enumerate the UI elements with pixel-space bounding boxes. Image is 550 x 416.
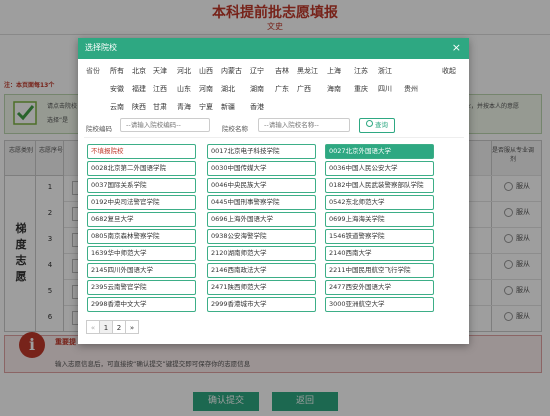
province-option[interactable]: 青海 — [177, 102, 191, 112]
school-option[interactable]: 2120湖南师范大学 — [207, 246, 316, 261]
school-option[interactable]: 0030中国传媒大学 — [207, 161, 316, 176]
school-option[interactable]: 0696上海外国语大学 — [207, 212, 316, 227]
modal-header: 选择院校 × — [78, 38, 469, 59]
prev-page-button[interactable]: « — [86, 320, 100, 334]
school-option[interactable]: 0046中央民族大学 — [207, 178, 316, 193]
province-option[interactable]: 陕西 — [132, 102, 146, 112]
province-option[interactable]: 湖南 — [250, 84, 264, 94]
school-option[interactable]: 2998香港中文大学 — [87, 297, 196, 312]
school-option[interactable]: 0445中国刑事警察学院 — [207, 195, 316, 210]
select-school-modal: 选择院校 × 省份 所有 北京 天津 河北 山西 内蒙古 辽宁 吉林 黑龙江 上海 江苏 浙江安徽 福建… — [78, 38, 469, 344]
province-option[interactable]: 浙江 — [378, 66, 392, 76]
name-label: 院校名称 — [222, 125, 248, 133]
province-option[interactable]: 贵州 — [404, 84, 418, 94]
province-option[interactable]: 宁夏 — [199, 102, 213, 112]
province-option[interactable]: 广东 — [275, 84, 289, 94]
province-option[interactable]: 安徽 — [110, 84, 124, 94]
province-option[interactable]: 内蒙古 — [221, 66, 242, 76]
school-option[interactable]: 2145四川外国语大学 — [87, 263, 196, 278]
school-option[interactable]: 0542东北师范大学 — [325, 195, 434, 210]
page-2-button[interactable]: 2 — [112, 320, 126, 334]
school-option[interactable]: 0938公安海警学院 — [207, 229, 316, 244]
province-option[interactable]: 新疆 — [221, 102, 235, 112]
school-code-input[interactable] — [120, 118, 210, 132]
school-option[interactable]: 1546铁道警察学院 — [325, 229, 434, 244]
province-option[interactable]: 江西 — [153, 84, 167, 94]
school-option[interactable]: 0182中国人民武装警察部队学院 — [325, 178, 434, 193]
province-option[interactable]: 辽宁 — [250, 66, 264, 76]
province-option[interactable]: 黑龙江 — [297, 66, 318, 76]
next-page-button[interactable]: » — [125, 320, 139, 334]
page-1-button[interactable]: 1 — [99, 320, 113, 334]
school-option[interactable]: 2395云南警官学院 — [87, 280, 196, 295]
school-option[interactable]: 2471陕西师范大学 — [207, 280, 316, 295]
school-name-input[interactable] — [258, 118, 350, 132]
school-option[interactable]: 0805南京森林警察学院 — [87, 229, 196, 244]
code-label: 院校编码 — [86, 125, 112, 133]
modal-title: 选择院校 — [85, 43, 117, 52]
school-option[interactable]: 0028北京第二外国语学院 — [87, 161, 196, 176]
province-option[interactable]: 云南 — [110, 102, 124, 112]
school-option[interactable]: 0037国际关系学院 — [87, 178, 196, 193]
province-option[interactable]: 甘肃 — [153, 102, 167, 112]
school-option[interactable]: 2477西安外国语大学 — [325, 280, 434, 295]
search-button[interactable]: 查询 — [359, 118, 395, 133]
close-icon[interactable]: × — [452, 41, 461, 55]
province-option[interactable]: 吉林 — [275, 66, 289, 76]
school-option[interactable]: 2146西南政法大学 — [207, 263, 316, 278]
search-icon — [366, 120, 373, 127]
province-option[interactable]: 山西 — [199, 66, 213, 76]
school-option[interactable]: 1639华中师范大学 — [87, 246, 196, 261]
province-label: 省份 — [86, 67, 100, 75]
school-option[interactable]: 2211中国民用航空飞行学院 — [325, 263, 434, 278]
province-option[interactable]: 河北 — [177, 66, 191, 76]
school-option[interactable]: 0027北京外国语大学 — [325, 144, 434, 159]
collapse-link[interactable]: 收起 — [442, 66, 456, 76]
province-option[interactable]: 山东 — [177, 84, 191, 94]
school-option[interactable]: 0682复旦大学 — [87, 212, 196, 227]
province-option[interactable]: 四川 — [378, 84, 392, 94]
province-option[interactable]: 北京 — [132, 66, 146, 76]
school-option[interactable]: 2999香港城市大学 — [207, 297, 316, 312]
school-option[interactable]: 0192中央司法警官学院 — [87, 195, 196, 210]
province-option[interactable]: 上海 — [327, 66, 341, 76]
province-option[interactable]: 所有 — [110, 66, 124, 76]
school-option[interactable]: 不填报院校 — [87, 144, 196, 159]
province-option[interactable]: 重庆 — [354, 84, 368, 94]
province-option[interactable]: 江苏 — [354, 66, 368, 76]
school-option[interactable]: 0036中国人民公安大学 — [325, 161, 434, 176]
province-option[interactable]: 香港 — [250, 102, 264, 112]
province-option[interactable]: 广西 — [297, 84, 311, 94]
school-option[interactable]: 3000亚洲航空大学 — [325, 297, 434, 312]
province-option[interactable]: 湖北 — [221, 84, 235, 94]
province-option[interactable]: 天津 — [153, 66, 167, 76]
school-option[interactable]: 0699上海海关学院 — [325, 212, 434, 227]
province-option[interactable]: 河南 — [199, 84, 213, 94]
pagination: « 1 2 » — [86, 320, 139, 334]
province-option[interactable]: 海南 — [327, 84, 341, 94]
school-option[interactable]: 2140西南大学 — [325, 246, 434, 261]
province-option[interactable]: 福建 — [132, 84, 146, 94]
school-option[interactable]: 0017北京电子科技学院 — [207, 144, 316, 159]
